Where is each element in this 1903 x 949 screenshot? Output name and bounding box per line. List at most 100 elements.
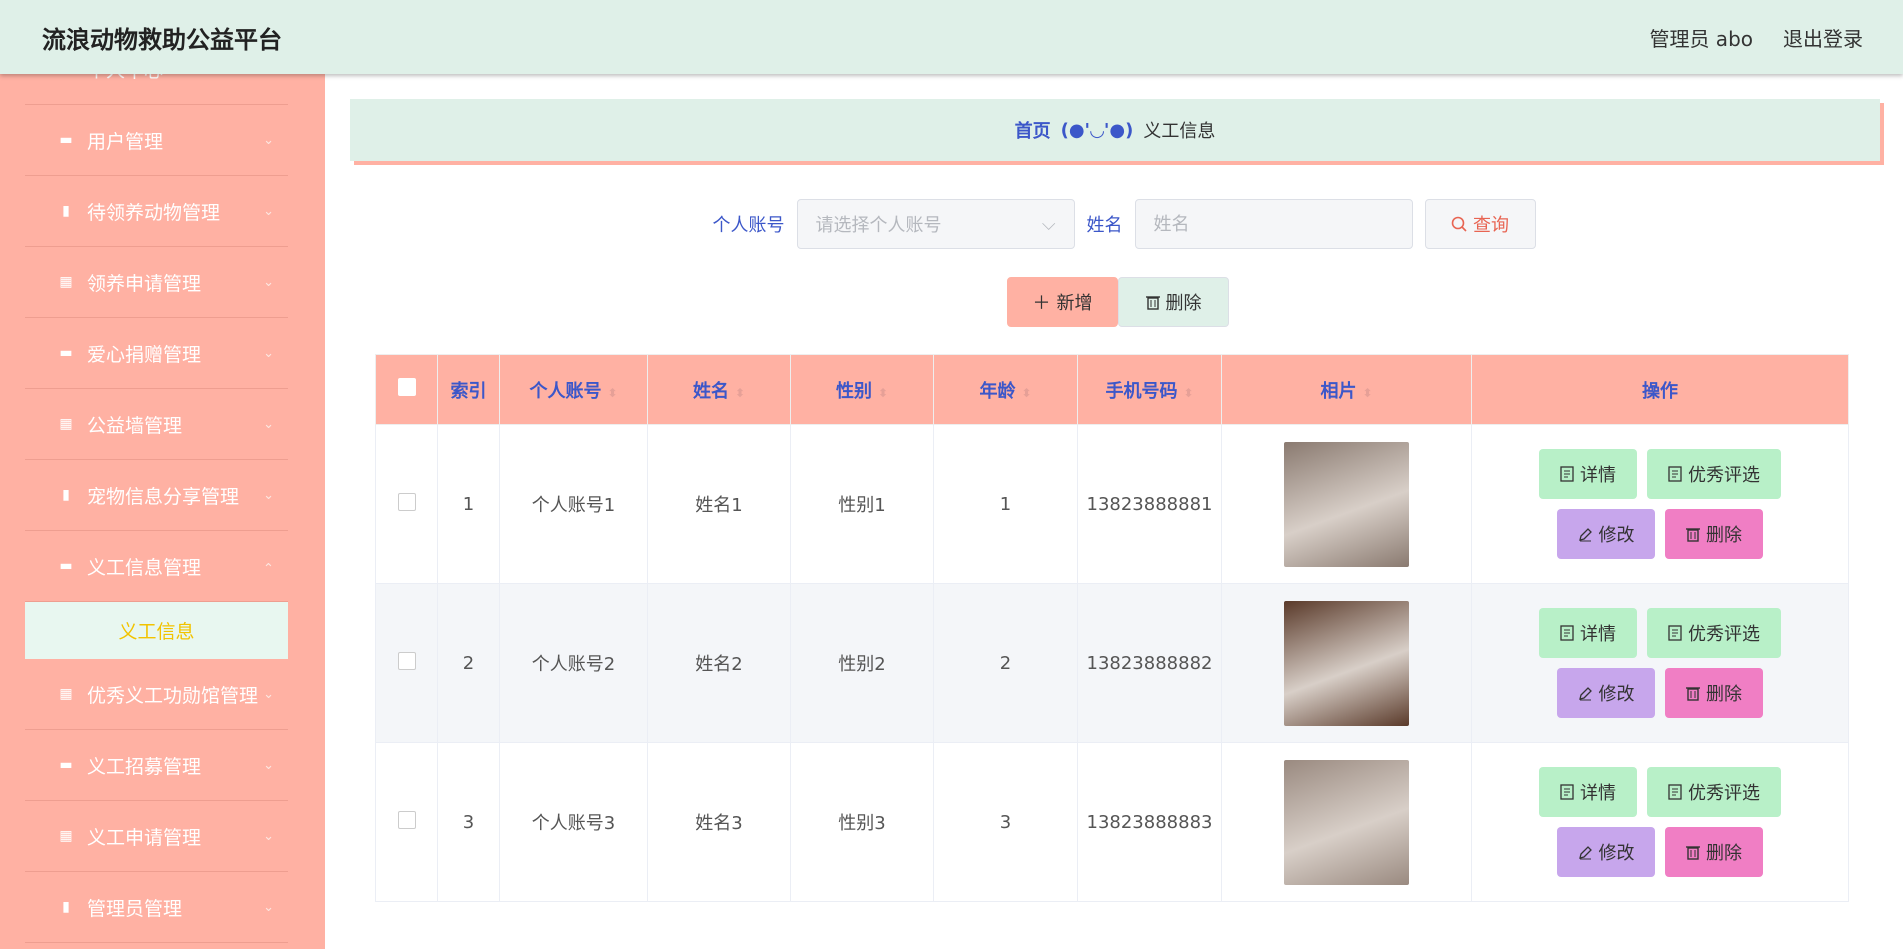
col-index: 索引 xyxy=(437,354,500,425)
cell-name: 姓名3 xyxy=(647,742,791,902)
excellent-select-button[interactable]: 优秀评选 xyxy=(1647,449,1781,499)
sidebar-item[interactable]: ▦ 公益墙管理 ⌄ xyxy=(25,389,288,460)
row-checkbox[interactable] xyxy=(397,651,416,670)
sidebar-item-label: 宠物信息分享管理 xyxy=(87,485,240,508)
cell-age: 3 xyxy=(933,742,1078,902)
col-name[interactable]: 姓名 ⬍ xyxy=(647,354,791,425)
sort-icon[interactable]: ⬍ xyxy=(1021,386,1031,400)
chevron-down-icon: ⌄ xyxy=(263,132,274,148)
sidebar-subitem-active[interactable]: 义工信息 xyxy=(25,602,288,659)
col-actions: 操作 xyxy=(1471,354,1849,425)
photo-thumbnail[interactable] xyxy=(1284,600,1409,726)
breadcrumb: 首页 (●'◡'●) 义工信息 xyxy=(350,99,1880,161)
cell-phone: 13823888882 xyxy=(1077,583,1222,743)
sidebar-item-label: 待领养动物管理 xyxy=(87,201,221,224)
excellent-select-button[interactable]: 优秀评选 xyxy=(1647,608,1781,658)
row-actions: 详情 优秀评选修改 删除 xyxy=(1530,449,1790,559)
cell-account: 个人账号2 xyxy=(499,583,648,743)
col-account[interactable]: 个人账号 ⬍ xyxy=(499,354,648,425)
col-phone[interactable]: 手机号码 ⬍ xyxy=(1077,354,1222,425)
select-all-checkbox[interactable] xyxy=(397,378,416,396)
sort-icon[interactable]: ⬍ xyxy=(607,386,617,400)
logout-link[interactable]: 退出登录 xyxy=(1783,23,1863,52)
sidebar-item[interactable]: ▦ 领养申请管理 ⌄ xyxy=(25,247,288,318)
photo-thumbnail[interactable] xyxy=(1284,441,1409,567)
sort-icon[interactable]: ⬍ xyxy=(878,386,888,400)
query-button-label: 查询 xyxy=(1473,215,1509,236)
detail-button[interactable]: 详情 xyxy=(1539,449,1637,499)
sidebar-item-label: 公益墙管理 xyxy=(87,414,183,437)
chevron-down-icon: ⌄ xyxy=(263,274,274,290)
detail-button[interactable]: 详情 xyxy=(1539,608,1637,658)
grid-icon: ▦ xyxy=(59,274,73,290)
edit-icon xyxy=(1578,686,1592,700)
row-actions: 详情 优秀评选修改 删除 xyxy=(1530,767,1790,877)
excellent-select-button[interactable]: 优秀评选 xyxy=(1647,767,1781,817)
volunteer-table: 索引 个人账号 ⬍ 姓名 ⬍ 性别 ⬍ 年龄 ⬍ 手机号码 ⬍ 相片 ⬍ 操作 1 个人账号1… xyxy=(375,354,1849,902)
sidebar-item[interactable]: ▬ 义工信息管理 ⌄ xyxy=(25,531,288,602)
chevron-down-icon: ⌄ xyxy=(263,558,274,574)
document-icon xyxy=(1668,625,1682,641)
sidebar-item[interactable]: ▦ 义工申请管理 ⌄ xyxy=(25,801,288,872)
document-icon xyxy=(1560,784,1574,800)
photo-thumbnail[interactable] xyxy=(1284,759,1409,885)
action-bar: ＋ 新增 删除 xyxy=(325,277,1903,327)
edit-icon xyxy=(1578,845,1592,859)
detail-button[interactable]: 详情 xyxy=(1539,767,1637,817)
sidebar-item[interactable]: ▮ 管理员管理 ⌄ xyxy=(25,872,288,943)
chevron-down-icon: ⌄ xyxy=(263,487,274,503)
sort-icon[interactable]: ⬍ xyxy=(1362,386,1372,400)
sidebar-item-label: 领养申请管理 xyxy=(87,272,202,295)
sidebar-item[interactable]: ▦ 优秀义工功勋馆管理 ⌄ xyxy=(25,659,288,730)
monitor-icon: ▬ xyxy=(59,757,73,773)
delete-button[interactable]: 删除 xyxy=(1665,509,1763,559)
query-button[interactable]: 查询 xyxy=(1424,199,1536,249)
cell-phone: 13823888881 xyxy=(1077,424,1222,584)
sidebar-item[interactable]: ▬ 爱心捐赠管理 ⌄ xyxy=(25,318,288,389)
clipboard-icon: ▮ xyxy=(62,203,70,219)
add-button[interactable]: ＋ 新增 xyxy=(1007,277,1118,327)
row-checkbox[interactable] xyxy=(397,492,416,511)
table-row: 3 个人账号3 姓名3 性别3 3 13823888883 详情 优秀评选 修改 删除 xyxy=(375,742,1849,902)
col-age[interactable]: 年龄 ⬍ xyxy=(933,354,1078,425)
cell-index: 1 xyxy=(437,424,500,584)
trash-icon xyxy=(1686,687,1700,701)
table-header-row: 索引 个人账号 ⬍ 姓名 ⬍ 性别 ⬍ 年龄 ⬍ 手机号码 ⬍ 相片 ⬍ 操作 xyxy=(375,354,1849,425)
col-gender[interactable]: 性别 ⬍ xyxy=(790,354,934,425)
edit-button[interactable]: 修改 xyxy=(1557,827,1655,877)
sort-icon[interactable]: ⬍ xyxy=(1183,386,1193,400)
sidebar-item[interactable]: ▬ 个人中心 ⌄ xyxy=(25,74,288,105)
col-photo[interactable]: 相片 ⬍ xyxy=(1221,354,1472,425)
breadcrumb-current: 义工信息 xyxy=(1143,121,1216,142)
cell-account: 个人账号3 xyxy=(499,742,648,902)
main-content: 首页 (●'◡'●) 义工信息 个人账号 请选择个人账号 ⌵ 姓名 查询 ＋ 新… xyxy=(325,74,1903,949)
breadcrumb-home[interactable]: 首页 xyxy=(1015,117,1051,143)
chevron-down-icon: ⌄ xyxy=(263,416,274,432)
table-row: 1 个人账号1 姓名1 性别1 1 13823888881 详情 优秀评选 修改 删除 xyxy=(375,424,1849,584)
edit-button[interactable]: 修改 xyxy=(1557,509,1655,559)
sidebar-item[interactable]: ▬ 用户管理 ⌄ xyxy=(25,105,288,176)
bar-chart-icon: ▮ xyxy=(62,899,70,915)
delete-button[interactable]: 删除 xyxy=(1665,827,1763,877)
cell-gender: 性别1 xyxy=(790,424,934,584)
account-select[interactable]: 请选择个人账号 ⌵ xyxy=(796,199,1075,249)
sidebar-item-label: 优秀义工功勋馆管理 xyxy=(87,684,259,707)
sidebar-item[interactable]: ▮ 待领养动物管理 ⌄ xyxy=(25,176,288,247)
name-input[interactable] xyxy=(1134,199,1413,249)
plus-icon: ＋ xyxy=(1032,293,1051,314)
grid-icon: ▦ xyxy=(59,416,73,432)
select-all-header[interactable] xyxy=(375,354,438,425)
sidebar-item-label: 义工信息管理 xyxy=(87,556,202,579)
sort-icon[interactable]: ⬍ xyxy=(735,386,745,400)
current-user[interactable]: 管理员 abo xyxy=(1649,23,1753,52)
add-button-label: 新增 xyxy=(1056,293,1093,314)
delete-button[interactable]: 删除 xyxy=(1665,668,1763,718)
row-checkbox[interactable] xyxy=(397,810,416,829)
cell-index: 3 xyxy=(437,742,500,902)
edit-button[interactable]: 修改 xyxy=(1557,668,1655,718)
sidebar-item[interactable]: ▮ 宠物信息分享管理 ⌄ xyxy=(25,460,288,531)
monitor-icon: ▬ xyxy=(59,345,73,361)
search-bar: 个人账号 请选择个人账号 ⌵ 姓名 查询 xyxy=(325,199,1903,249)
sidebar-item[interactable]: ▬ 义工招募管理 ⌄ xyxy=(25,730,288,801)
batch-delete-button[interactable]: 删除 xyxy=(1118,277,1229,327)
